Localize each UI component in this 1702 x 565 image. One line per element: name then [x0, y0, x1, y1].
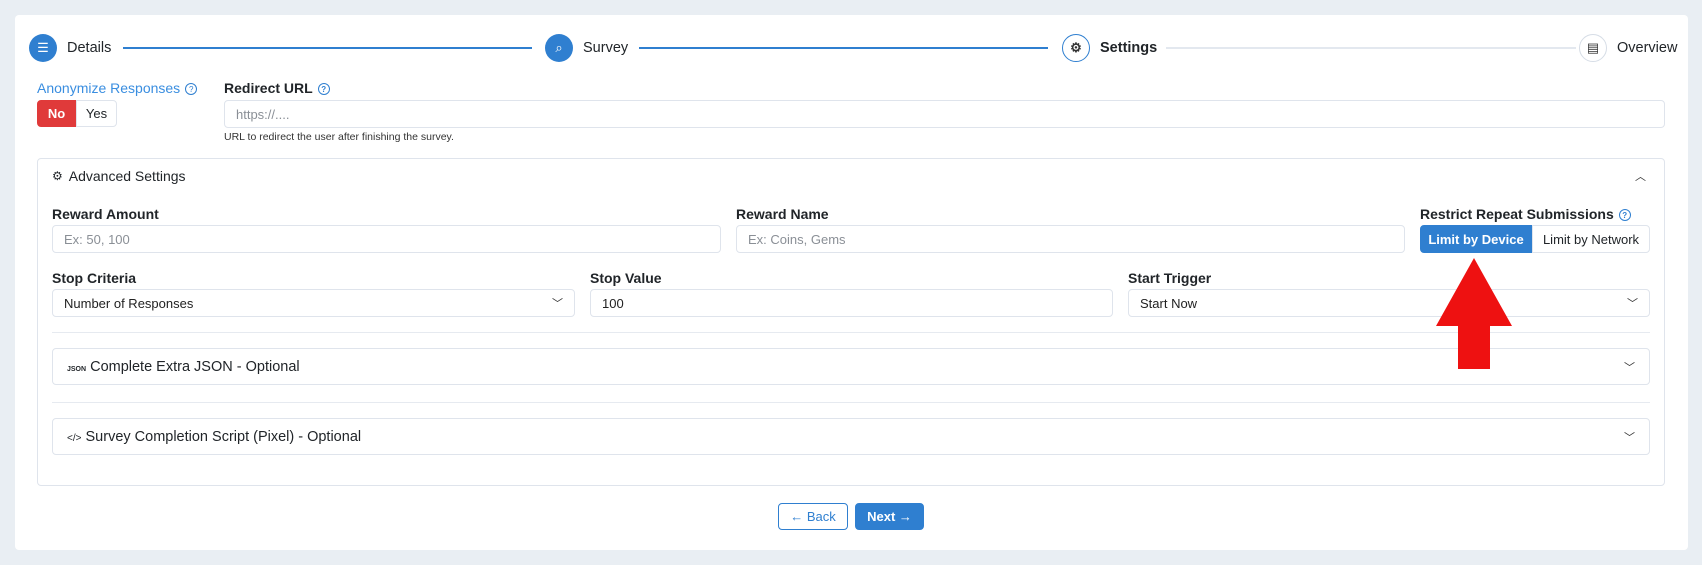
- step-label: Settings: [1100, 40, 1158, 56]
- stop-criteria-select[interactable]: Number of Responses ﹀: [52, 289, 575, 317]
- chevron-down-icon: ﹀: [1624, 361, 1635, 374]
- chevron-down-icon: ﹀: [1627, 298, 1638, 310]
- anonymize-yes-button[interactable]: Yes: [76, 100, 117, 127]
- start-trigger-label: Start Trigger: [1128, 270, 1212, 286]
- chevron-down-icon: ﹀: [1624, 431, 1635, 444]
- next-button[interactable]: Next →: [855, 503, 924, 530]
- reward-amount-label: Reward Amount: [52, 206, 159, 222]
- limit-by-device-button[interactable]: Limit by Device: [1420, 225, 1532, 253]
- help-icon[interactable]: ?: [1618, 209, 1631, 222]
- divider: [52, 402, 1650, 403]
- step-connector: [1166, 47, 1576, 49]
- anonymize-no-button[interactable]: No: [37, 100, 76, 127]
- restrict-toggle: Limit by Device Limit by Network: [1420, 225, 1650, 253]
- redirect-help-text: URL to redirect the user after finishing…: [224, 131, 454, 143]
- step-overview[interactable]: ▤ Overview: [1579, 34, 1677, 62]
- step-label: Overview: [1617, 40, 1678, 56]
- start-trigger-select[interactable]: Start Now ﹀: [1128, 289, 1650, 317]
- step-connector: [123, 47, 532, 49]
- step-settings[interactable]: ⚙ Settings: [1062, 34, 1157, 62]
- reward-amount-input[interactable]: Ex: 50, 100: [52, 225, 721, 253]
- step-details[interactable]: ☰ Details: [29, 34, 111, 62]
- clipboard-check-icon: ▤: [1579, 34, 1607, 62]
- script-section-accordion[interactable]: </> Survey Completion Script (Pixel) - O…: [52, 418, 1650, 455]
- survey-search-icon: ⌕: [545, 34, 573, 62]
- step-label: Details: [67, 40, 112, 56]
- back-button[interactable]: ← Back: [778, 503, 848, 530]
- restrict-label: Restrict Repeat Submissions?: [1420, 206, 1631, 222]
- gear-icon: ⚙: [52, 169, 63, 183]
- stop-criteria-label: Stop Criteria: [52, 270, 137, 286]
- red-arrow-annotation: [1436, 258, 1512, 369]
- json-section-accordion[interactable]: JSON Complete Extra JSON - Optional ﹀: [52, 348, 1650, 385]
- json-icon: JSON: [67, 365, 87, 373]
- help-icon[interactable]: ?: [317, 83, 330, 96]
- step-label: Survey: [583, 40, 629, 56]
- list-icon: ☰: [29, 34, 57, 62]
- redirect-url-label: Redirect URL?: [224, 80, 330, 96]
- redirect-url-input[interactable]: https://....: [224, 100, 1665, 128]
- limit-by-network-button[interactable]: Limit by Network: [1532, 225, 1650, 253]
- advanced-settings-header[interactable]: ⚙ Advanced Settings: [52, 168, 186, 184]
- chevron-up-icon[interactable]: ︿: [1635, 168, 1646, 184]
- help-icon[interactable]: ?: [185, 83, 198, 96]
- chevron-down-icon: ﹀: [552, 298, 563, 310]
- reward-name-input[interactable]: Ex: Coins, Gems: [736, 225, 1405, 253]
- anonymize-label: Anonymize Responses?: [37, 80, 198, 96]
- reward-name-label: Reward Name: [736, 206, 829, 222]
- code-icon: </>: [67, 432, 82, 444]
- divider: [52, 332, 1650, 333]
- step-survey[interactable]: ⌕ Survey: [545, 34, 628, 62]
- anonymize-toggle: No Yes: [37, 100, 117, 127]
- gear-icon: ⚙: [1062, 34, 1090, 62]
- step-connector: [639, 47, 1048, 49]
- stop-value-input[interactable]: 100: [590, 289, 1113, 317]
- stop-value-label: Stop Value: [590, 270, 662, 286]
